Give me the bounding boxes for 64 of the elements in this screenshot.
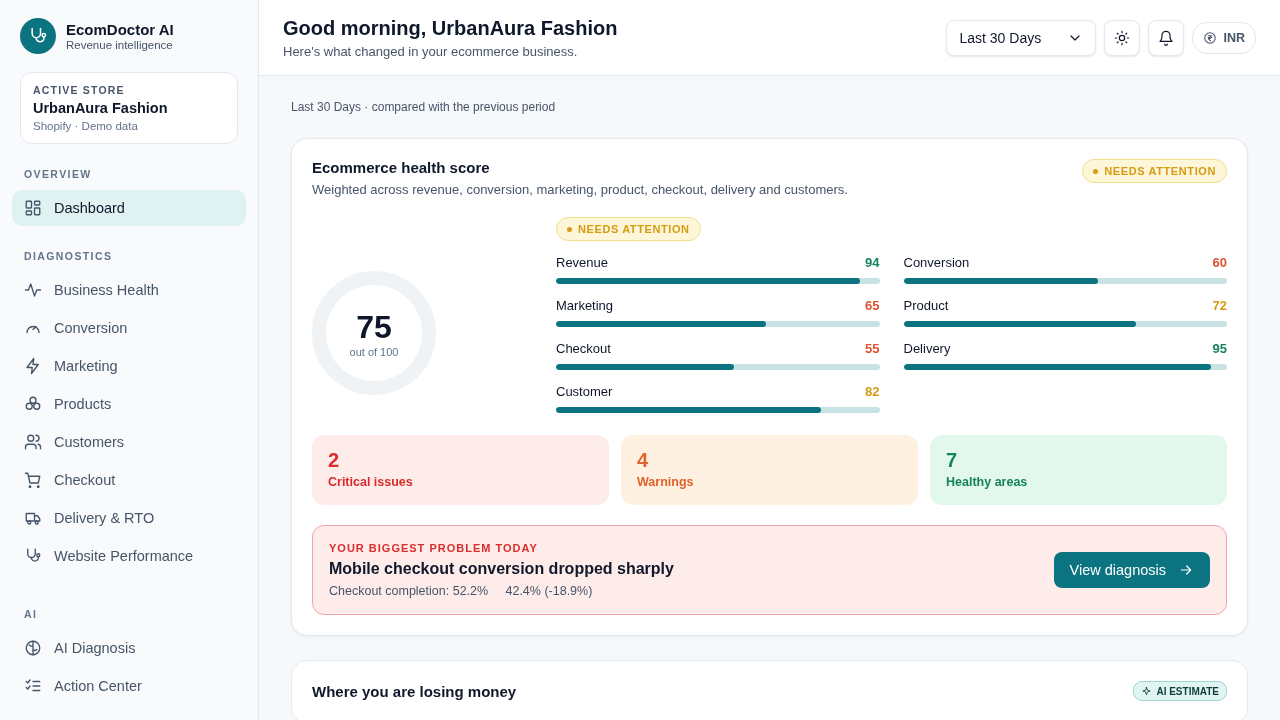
- sun-icon: [1114, 29, 1131, 46]
- users-icon: [24, 433, 42, 451]
- metric-label: Delivery: [903, 341, 951, 356]
- sidebar-item[interactable]: AI Diagnosis: [12, 630, 246, 666]
- sidebar-item[interactable]: Website Performance: [12, 538, 246, 574]
- stethoscope-icon: [24, 547, 42, 565]
- brand-name: EcomDoctor AI: [66, 21, 174, 38]
- metric-score: 94: [865, 255, 880, 270]
- sidebar-item[interactable]: Products: [12, 386, 246, 422]
- sidebar-item[interactable]: Checkout: [12, 462, 246, 498]
- metric-score: 55: [865, 341, 880, 356]
- cart-icon: [24, 471, 42, 489]
- arrow-right-icon: [1178, 562, 1194, 578]
- coin-icon: [1203, 30, 1218, 45]
- sparkle-icon: [1141, 685, 1153, 697]
- dashboard-icon: [24, 199, 42, 217]
- metric-label: Product: [903, 298, 949, 313]
- theme-button[interactable]: [1104, 19, 1141, 56]
- metric-label: Checkout: [556, 341, 611, 356]
- currency-button[interactable]: INR: [1192, 21, 1256, 54]
- card-title: Ecommerce health score: [312, 159, 490, 176]
- sidebar-item[interactable]: Dashboard: [12, 190, 246, 226]
- metric-score: 72: [1212, 298, 1227, 313]
- period-dropdown[interactable]: Last 30 Days: [946, 19, 1097, 56]
- sidebar-item[interactable]: Customers: [12, 424, 246, 460]
- score-ring: 75 out of 100: [312, 271, 436, 395]
- metric-label: Revenue: [556, 255, 609, 270]
- sidebar-item[interactable]: Conversion: [12, 310, 246, 346]
- pulse-icon: [24, 281, 42, 299]
- ai-estimate-badge: AI ESTIMATE: [1133, 681, 1227, 701]
- metric-score: 65: [865, 298, 880, 313]
- metric-label: Customer: [556, 384, 613, 399]
- metric-score: 82: [865, 384, 880, 399]
- sidebar-item[interactable]: Business Health: [12, 272, 246, 308]
- summary-tile: 2 Critical issues: [312, 435, 609, 505]
- summary-tile: 7 Healthy areas: [930, 435, 1227, 505]
- status-badge: NEEDS ATTENTION: [556, 217, 701, 241]
- period-caption: Last 30 Days · compared with the previous period: [291, 100, 556, 114]
- page-title: Good morning, UrbanAura Fashion: [283, 16, 618, 40]
- metric-label: Conversion: [903, 255, 970, 270]
- summary-tile: 4 Warnings: [621, 435, 918, 505]
- metric-score: 95: [1212, 341, 1227, 356]
- lightning-icon: [24, 357, 42, 375]
- boxes-icon: [24, 395, 42, 413]
- sidebar-item[interactable]: Action Center: [12, 668, 246, 704]
- sidebar-item[interactable]: Delivery & RTO: [12, 500, 246, 536]
- brand-tagline: Revenue intelligence: [66, 39, 174, 51]
- section-heading: OVERVIEW: [23, 168, 93, 180]
- problem-eyebrow: YOUR BIGGEST PROBLEM TODAY: [329, 542, 538, 554]
- view-diagnosis-button[interactable]: View diagnosis: [1053, 552, 1210, 588]
- status-badge: NEEDS ATTENTION: [1082, 159, 1227, 183]
- section-heading: AI: [23, 608, 39, 620]
- metric-label: Marketing: [556, 298, 614, 313]
- card-subtitle: Weighted across revenue, conversion, marketing, product, checkout, delivery and customers.: [312, 182, 848, 197]
- problem-detail: Checkout completion: 52.2% 42.4% (-18.9%): [329, 584, 593, 598]
- store-card[interactable]: ACTIVE STORE UrbanAura Fashion Shopify · Demo data: [20, 72, 238, 144]
- page-subtitle: Here's what changed in your ecommerce business.: [283, 43, 578, 59]
- notifications-button[interactable]: [1148, 19, 1185, 56]
- card-title: Where you are losing money: [312, 683, 517, 700]
- problem-title: Mobile checkout conversion dropped sharply: [329, 560, 674, 578]
- metric-score: 60: [1212, 255, 1227, 270]
- sidebar-item[interactable]: Marketing: [12, 348, 246, 384]
- bell-icon: [1158, 29, 1175, 46]
- section-heading: DIAGNOSTICS: [23, 250, 114, 262]
